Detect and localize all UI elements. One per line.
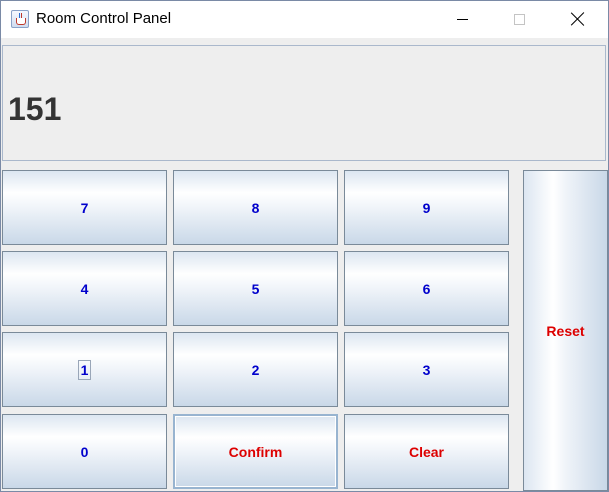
key-5-label: 5 [251,280,260,297]
key-9-button[interactable]: 9 [344,170,509,245]
key-3-label: 3 [422,361,431,378]
reset-button[interactable]: Reset [523,170,608,491]
key-8-button[interactable]: 8 [173,170,338,245]
maximize-button[interactable] [491,1,549,38]
app-window: Room Control Panel 151 7 8 9 4 5 6 1 2 3… [0,0,609,492]
number-display: 151 [2,45,606,161]
key-1-button[interactable]: 1 [2,332,167,407]
key-5-button[interactable]: 5 [173,251,338,326]
confirm-label: Confirm [228,443,283,460]
key-8-label: 8 [251,199,260,216]
key-7-button[interactable]: 7 [2,170,167,245]
close-icon [571,12,585,26]
key-0-button[interactable]: 0 [2,414,167,489]
maximize-icon [514,14,525,25]
key-2-label: 2 [251,361,260,378]
display-value: 151 [8,91,62,127]
close-button[interactable] [549,1,607,38]
key-0-label: 0 [80,443,89,460]
key-1-label: 1 [77,359,92,380]
confirm-button[interactable]: Confirm [173,414,338,489]
minimize-button[interactable] [434,1,492,38]
key-2-button[interactable]: 2 [173,332,338,407]
key-3-button[interactable]: 3 [344,332,509,407]
title-bar[interactable]: Room Control Panel [1,1,608,38]
key-7-label: 7 [80,199,89,216]
minimize-icon [457,19,468,20]
window-title: Room Control Panel [36,10,172,27]
reset-label: Reset [546,322,585,339]
key-6-button[interactable]: 6 [344,251,509,326]
key-4-button[interactable]: 4 [2,251,167,326]
clear-label: Clear [408,443,445,460]
key-9-label: 9 [422,199,431,216]
key-4-label: 4 [80,280,89,297]
key-6-label: 6 [422,280,431,297]
clear-button[interactable]: Clear [344,414,509,489]
java-cup-icon [11,10,29,28]
